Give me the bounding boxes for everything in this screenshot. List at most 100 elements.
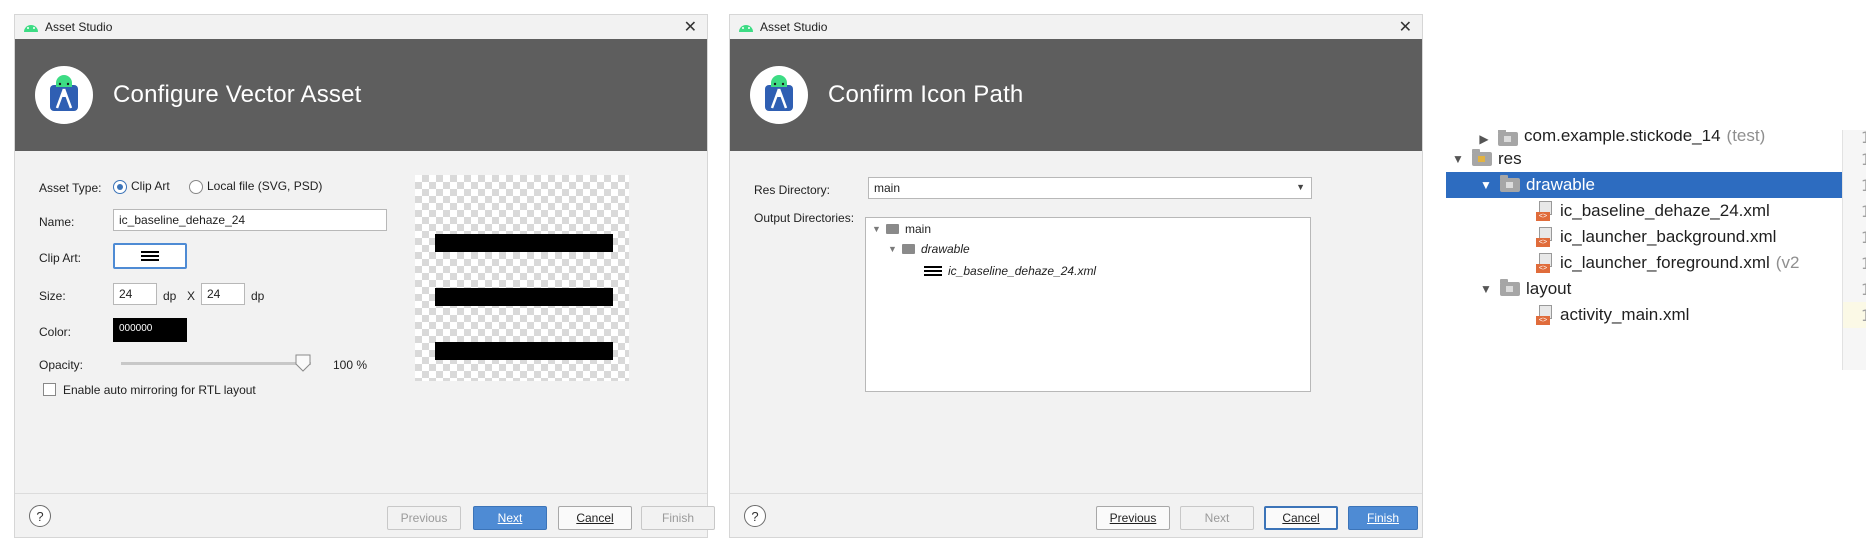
cancel-button[interactable]: Cancel bbox=[1264, 506, 1338, 530]
tree-row-file[interactable]: <> activity_main.xml bbox=[1446, 302, 1842, 328]
xml-file-icon: <> bbox=[1536, 253, 1554, 273]
next-button[interactable]: Next bbox=[473, 506, 547, 530]
line-number: 17 bbox=[1860, 280, 1866, 299]
opacity-label: Opacity: bbox=[39, 358, 84, 372]
dialog-body: Asset Type: Clip Art Local file (SVG, PS… bbox=[15, 151, 707, 501]
line-number: 15 bbox=[1860, 228, 1866, 247]
size-height-input[interactable]: 24 bbox=[201, 283, 245, 305]
expand-arrow-icon[interactable]: ▶ bbox=[1476, 132, 1492, 146]
tree-row-res[interactable]: ▼ res bbox=[1446, 146, 1842, 172]
banner: Configure Vector Asset bbox=[15, 39, 707, 151]
tree-row-test-package[interactable]: ▶ com.example.stickode_14 (test) bbox=[1446, 130, 1842, 146]
name-label: Name: bbox=[39, 215, 75, 229]
project-tree-panel: ▶ com.example.stickode_14 (test) ▼ res ▼… bbox=[1446, 128, 1866, 370]
tree-row-drawable[interactable]: ▼ drawable bbox=[888, 242, 970, 256]
banner-title: Confirm Icon Path bbox=[828, 81, 1024, 108]
xml-file-icon: <> bbox=[1536, 201, 1554, 221]
tree-row-file[interactable]: <> ic_launcher_foreground.xml (v2 bbox=[1446, 250, 1842, 276]
res-directory-label: Res Directory: bbox=[754, 183, 831, 197]
title-bar: Asset Studio ✕ bbox=[15, 15, 707, 39]
xml-file-icon: <> bbox=[1536, 227, 1554, 247]
title-bar: Asset Studio ✕ bbox=[730, 15, 1422, 39]
radio-local-file[interactable]: Local file (SVG, PSD) bbox=[189, 179, 322, 194]
icon-preview bbox=[415, 175, 629, 381]
dialog-footer: ? Previous Next Cancel Finish bbox=[15, 493, 715, 537]
finish-button[interactable]: Finish bbox=[1348, 506, 1418, 530]
auto-mirroring-checkbox[interactable] bbox=[43, 383, 56, 396]
configure-vector-asset-dialog: Asset Studio ✕ Configure Vector Asset As… bbox=[14, 14, 715, 538]
radio-clip-art[interactable]: Clip Art bbox=[113, 179, 170, 194]
dialog-footer: ? Previous Next Cancel Finish bbox=[730, 493, 1422, 537]
close-icon[interactable]: ✕ bbox=[684, 17, 697, 37]
opacity-slider-track[interactable] bbox=[121, 362, 311, 365]
line-number: 18 bbox=[1860, 306, 1866, 325]
dehaze-icon bbox=[141, 250, 159, 262]
tree-row-file[interactable]: <> ic_baseline_dehaze_24.xml bbox=[1446, 198, 1842, 224]
opacity-slider-thumb[interactable] bbox=[295, 354, 311, 372]
expand-arrow-icon[interactable]: ▼ bbox=[1450, 152, 1466, 166]
color-swatch[interactable]: 000000 bbox=[113, 318, 187, 342]
line-number: 11 bbox=[1860, 128, 1866, 147]
previous-button[interactable]: Previous bbox=[387, 506, 461, 530]
radio-button-selected[interactable] bbox=[113, 179, 127, 194]
android-icon bbox=[739, 25, 753, 32]
tree-row-file[interactable]: ic_baseline_dehaze_24.xml bbox=[924, 264, 1096, 278]
banner: Confirm Icon Path bbox=[730, 39, 1422, 151]
folder-icon bbox=[1500, 279, 1520, 296]
line-number: 12 bbox=[1860, 150, 1866, 169]
name-input[interactable]: ic_baseline_dehaze_24 bbox=[113, 209, 387, 231]
next-button[interactable]: Next bbox=[1180, 506, 1254, 530]
android-studio-logo bbox=[750, 66, 808, 124]
opacity-value: 100 % bbox=[333, 358, 368, 372]
color-label: Color: bbox=[39, 325, 72, 339]
window-title: Asset Studio bbox=[760, 20, 828, 34]
android-icon bbox=[24, 25, 38, 32]
folder-icon bbox=[886, 224, 899, 234]
output-directories-tree: ▼ main ▼ drawable ic_baseline_dehaze_24.… bbox=[865, 217, 1311, 392]
dialog-body: Res Directory: main ▼ Output Directories… bbox=[730, 151, 1422, 501]
radio-button[interactable] bbox=[189, 179, 203, 194]
expand-arrow-icon[interactable]: ▼ bbox=[1478, 282, 1494, 296]
folder-icon bbox=[902, 244, 915, 254]
chevron-down-icon[interactable]: ▼ bbox=[1296, 182, 1305, 192]
size-unit-label-2: dp bbox=[251, 289, 265, 303]
asset-type-label: Asset Type: bbox=[39, 181, 102, 195]
tree-row-file[interactable]: <> ic_launcher_background.xml bbox=[1446, 224, 1842, 250]
line-number: 14 bbox=[1860, 202, 1866, 221]
line-number-gutter: 11 12 13 14 15 16 17 18 bbox=[1842, 128, 1866, 370]
confirm-icon-path-dialog: Asset Studio ✕ Confirm Icon Path Res Dir… bbox=[729, 14, 1423, 538]
size-x-label: X bbox=[187, 289, 196, 303]
expand-arrow-icon[interactable]: ▼ bbox=[872, 224, 886, 234]
clip-art-button[interactable] bbox=[113, 243, 187, 269]
res-directory-select[interactable]: main ▼ bbox=[868, 177, 1312, 199]
previous-button[interactable]: Previous bbox=[1096, 506, 1170, 530]
help-button[interactable]: ? bbox=[744, 505, 766, 527]
dehaze-bar bbox=[435, 234, 613, 252]
dehaze-bar bbox=[435, 288, 613, 306]
cancel-button[interactable]: Cancel bbox=[558, 506, 632, 530]
auto-mirroring-label: Enable auto mirroring for RTL layout bbox=[63, 383, 256, 397]
android-studio-logo bbox=[35, 66, 93, 124]
size-unit-label: dp bbox=[163, 289, 177, 303]
expand-arrow-icon[interactable]: ▼ bbox=[888, 244, 902, 254]
dehaze-bar bbox=[435, 342, 613, 360]
expand-arrow-icon[interactable]: ▼ bbox=[1478, 178, 1494, 192]
finish-button[interactable]: Finish bbox=[641, 506, 715, 530]
tree-row-drawable[interactable]: ▼ drawable bbox=[1446, 172, 1842, 198]
res-folder-icon bbox=[1472, 149, 1492, 166]
tree-row-main[interactable]: ▼ main bbox=[872, 222, 931, 236]
close-icon[interactable]: ✕ bbox=[1399, 17, 1412, 37]
line-number: 13 bbox=[1860, 176, 1866, 195]
android-studio-icon bbox=[50, 75, 78, 111]
output-directories-label: Output Directories: bbox=[754, 211, 855, 225]
android-studio-icon bbox=[765, 75, 793, 111]
clip-art-label: Clip Art: bbox=[39, 251, 82, 265]
help-button[interactable]: ? bbox=[29, 505, 51, 527]
package-icon bbox=[1498, 130, 1518, 146]
window-title: Asset Studio bbox=[45, 20, 113, 34]
folder-icon bbox=[1500, 175, 1520, 192]
banner-title: Configure Vector Asset bbox=[113, 81, 362, 108]
xml-file-icon: <> bbox=[1536, 305, 1554, 325]
tree-row-layout[interactable]: ▼ layout bbox=[1446, 276, 1842, 302]
size-width-input[interactable]: 24 bbox=[113, 283, 157, 305]
